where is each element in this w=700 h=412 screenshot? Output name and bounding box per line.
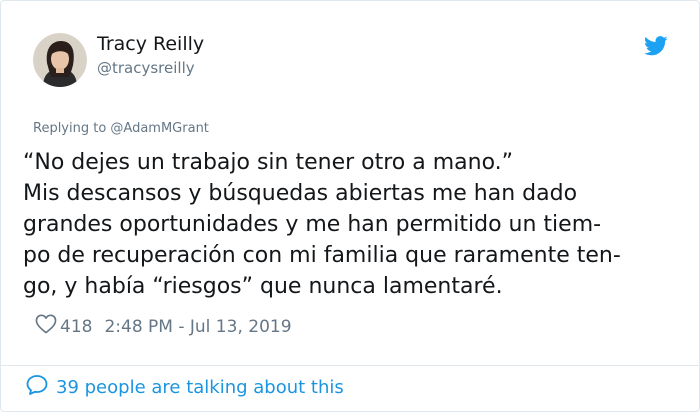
tweet-text-line: Mis descansos y búsquedas abiertas me ha… [23,181,578,206]
like-count[interactable]: 418 [60,317,92,337]
avatar[interactable] [33,33,87,87]
replying-to[interactable]: Replying to @AdamMGrant [33,121,209,136]
tweet-text-line: grandes oportunidades y me han permitido… [23,212,602,237]
tweet-text-line: po de recuperación con mi familia que ra… [23,243,621,268]
tweet-card: Tracy Reilly @tracysreilly Replying to @… [0,0,700,412]
heart-icon[interactable] [35,314,57,339]
tweet-text-line: “No dejes un trabajo sin tener otro a ma… [23,150,514,175]
tweet-meta: 418 2:48 PM - Jul 13, 2019 [35,314,292,339]
speech-bubble-icon [25,374,49,401]
author-handle[interactable]: @tracysreilly [97,59,195,77]
author-name[interactable]: Tracy Reilly [97,33,204,55]
divider [1,365,699,366]
tweet-text-line: go, y había “riesgos” que nunca lamentar… [23,274,503,299]
avatar-image [33,33,87,87]
talking-label: 39 people are talking about this [56,377,344,398]
talking-link[interactable]: 39 people are talking about this [25,374,344,401]
tweet-text: “No dejes un trabajo sin tener otro a ma… [23,147,683,302]
twitter-bird-icon[interactable] [644,36,668,56]
timestamp[interactable]: 2:48 PM - Jul 13, 2019 [104,317,291,337]
